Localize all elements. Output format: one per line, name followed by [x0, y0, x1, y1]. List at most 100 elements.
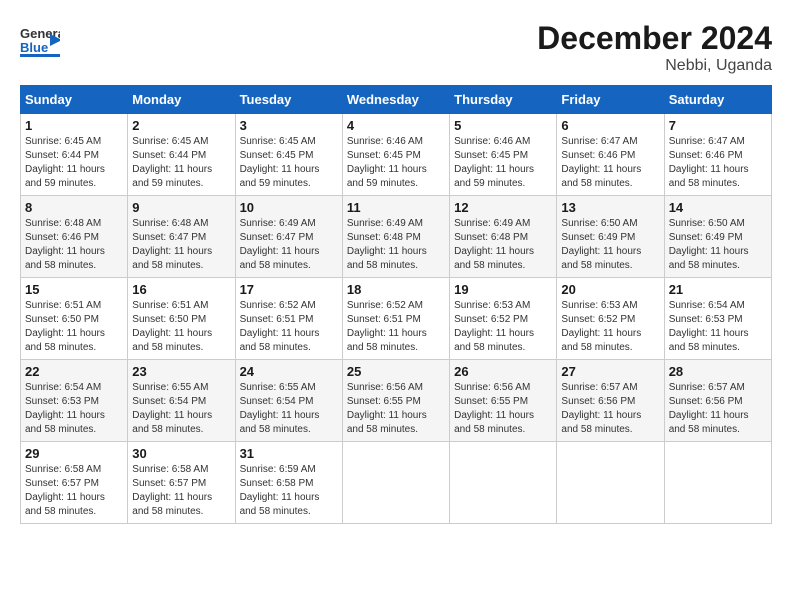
calendar-cell: 12 Sunrise: 6:49 AM Sunset: 6:48 PM Dayl… — [450, 196, 557, 278]
sunrise-label: Sunrise: 6:51 AM — [25, 300, 101, 311]
day-info: Sunrise: 6:45 AM Sunset: 6:45 PM Dayligh… — [240, 135, 338, 191]
sunset-label: Sunset: 6:56 PM — [669, 396, 743, 407]
day-number: 19 — [454, 282, 552, 297]
calendar-cell — [557, 442, 664, 524]
calendar-cell — [342, 442, 449, 524]
day-info: Sunrise: 6:48 AM Sunset: 6:46 PM Dayligh… — [25, 217, 123, 273]
day-info: Sunrise: 6:57 AM Sunset: 6:56 PM Dayligh… — [561, 381, 659, 437]
calendar-cell: 31 Sunrise: 6:59 AM Sunset: 6:58 PM Dayl… — [235, 442, 342, 524]
day-number: 11 — [347, 200, 445, 215]
calendar-cell: 18 Sunrise: 6:52 AM Sunset: 6:51 PM Dayl… — [342, 278, 449, 360]
daylight-label: Daylight: 11 hours and 58 minutes. — [25, 492, 105, 517]
calendar-cell: 25 Sunrise: 6:56 AM Sunset: 6:55 PM Dayl… — [342, 360, 449, 442]
sunset-label: Sunset: 6:54 PM — [240, 396, 314, 407]
day-number: 21 — [669, 282, 767, 297]
calendar-cell: 28 Sunrise: 6:57 AM Sunset: 6:56 PM Dayl… — [664, 360, 771, 442]
sunset-label: Sunset: 6:46 PM — [561, 150, 635, 161]
daylight-label: Daylight: 11 hours and 59 minutes. — [25, 164, 105, 189]
daylight-label: Daylight: 11 hours and 59 minutes. — [347, 164, 427, 189]
day-info: Sunrise: 6:58 AM Sunset: 6:57 PM Dayligh… — [25, 463, 123, 519]
daylight-label: Daylight: 11 hours and 58 minutes. — [240, 492, 320, 517]
sunset-label: Sunset: 6:46 PM — [25, 232, 99, 243]
day-info: Sunrise: 6:48 AM Sunset: 6:47 PM Dayligh… — [132, 217, 230, 273]
day-number: 22 — [25, 364, 123, 379]
calendar-cell: 22 Sunrise: 6:54 AM Sunset: 6:53 PM Dayl… — [21, 360, 128, 442]
daylight-label: Daylight: 11 hours and 58 minutes. — [669, 410, 749, 435]
day-number: 31 — [240, 446, 338, 461]
sunset-label: Sunset: 6:55 PM — [347, 396, 421, 407]
sunset-label: Sunset: 6:45 PM — [240, 150, 314, 161]
sunrise-label: Sunrise: 6:46 AM — [454, 136, 530, 147]
sunrise-label: Sunrise: 6:52 AM — [240, 300, 316, 311]
sunset-label: Sunset: 6:47 PM — [132, 232, 206, 243]
calendar-cell: 16 Sunrise: 6:51 AM Sunset: 6:50 PM Dayl… — [128, 278, 235, 360]
calendar-cell: 26 Sunrise: 6:56 AM Sunset: 6:55 PM Dayl… — [450, 360, 557, 442]
sunrise-label: Sunrise: 6:51 AM — [132, 300, 208, 311]
calendar-cell: 13 Sunrise: 6:50 AM Sunset: 6:49 PM Dayl… — [557, 196, 664, 278]
sunrise-label: Sunrise: 6:49 AM — [347, 218, 423, 229]
daylight-label: Daylight: 11 hours and 58 minutes. — [240, 410, 320, 435]
sunset-label: Sunset: 6:50 PM — [132, 314, 206, 325]
sunrise-label: Sunrise: 6:49 AM — [454, 218, 530, 229]
sunset-label: Sunset: 6:58 PM — [240, 478, 314, 489]
daylight-label: Daylight: 11 hours and 58 minutes. — [561, 164, 641, 189]
day-number: 3 — [240, 118, 338, 133]
daylight-label: Daylight: 11 hours and 58 minutes. — [25, 410, 105, 435]
sunrise-label: Sunrise: 6:55 AM — [240, 382, 316, 393]
day-number: 15 — [25, 282, 123, 297]
day-number: 18 — [347, 282, 445, 297]
sunset-label: Sunset: 6:49 PM — [561, 232, 635, 243]
calendar-cell: 2 Sunrise: 6:45 AM Sunset: 6:44 PM Dayli… — [128, 114, 235, 196]
day-info: Sunrise: 6:46 AM Sunset: 6:45 PM Dayligh… — [347, 135, 445, 191]
sunrise-label: Sunrise: 6:46 AM — [347, 136, 423, 147]
day-number: 24 — [240, 364, 338, 379]
day-info: Sunrise: 6:54 AM Sunset: 6:53 PM Dayligh… — [669, 299, 767, 355]
sunset-label: Sunset: 6:48 PM — [347, 232, 421, 243]
sunset-label: Sunset: 6:56 PM — [561, 396, 635, 407]
col-header-friday: Friday — [557, 86, 664, 114]
sunrise-label: Sunrise: 6:55 AM — [132, 382, 208, 393]
sunset-label: Sunset: 6:46 PM — [669, 150, 743, 161]
sunset-label: Sunset: 6:48 PM — [454, 232, 528, 243]
svg-text:Blue: Blue — [20, 40, 48, 55]
sunrise-label: Sunrise: 6:48 AM — [132, 218, 208, 229]
calendar-cell — [450, 442, 557, 524]
daylight-label: Daylight: 11 hours and 58 minutes. — [561, 246, 641, 271]
daylight-label: Daylight: 11 hours and 58 minutes. — [454, 246, 534, 271]
day-info: Sunrise: 6:54 AM Sunset: 6:53 PM Dayligh… — [25, 381, 123, 437]
sunrise-label: Sunrise: 6:50 AM — [561, 218, 637, 229]
sunrise-label: Sunrise: 6:54 AM — [669, 300, 745, 311]
day-info: Sunrise: 6:46 AM Sunset: 6:45 PM Dayligh… — [454, 135, 552, 191]
calendar-cell: 23 Sunrise: 6:55 AM Sunset: 6:54 PM Dayl… — [128, 360, 235, 442]
day-info: Sunrise: 6:53 AM Sunset: 6:52 PM Dayligh… — [561, 299, 659, 355]
day-number: 26 — [454, 364, 552, 379]
day-info: Sunrise: 6:50 AM Sunset: 6:49 PM Dayligh… — [669, 217, 767, 273]
day-info: Sunrise: 6:49 AM Sunset: 6:48 PM Dayligh… — [454, 217, 552, 273]
sunrise-label: Sunrise: 6:53 AM — [454, 300, 530, 311]
calendar-cell: 11 Sunrise: 6:49 AM Sunset: 6:48 PM Dayl… — [342, 196, 449, 278]
day-number: 13 — [561, 200, 659, 215]
day-number: 1 — [25, 118, 123, 133]
day-number: 12 — [454, 200, 552, 215]
day-info: Sunrise: 6:55 AM Sunset: 6:54 PM Dayligh… — [240, 381, 338, 437]
sunrise-label: Sunrise: 6:57 AM — [561, 382, 637, 393]
sunset-label: Sunset: 6:55 PM — [454, 396, 528, 407]
logo-icon: General Blue — [20, 20, 60, 60]
daylight-label: Daylight: 11 hours and 58 minutes. — [347, 246, 427, 271]
day-info: Sunrise: 6:47 AM Sunset: 6:46 PM Dayligh… — [561, 135, 659, 191]
calendar-cell: 15 Sunrise: 6:51 AM Sunset: 6:50 PM Dayl… — [21, 278, 128, 360]
calendar-cell: 27 Sunrise: 6:57 AM Sunset: 6:56 PM Dayl… — [557, 360, 664, 442]
day-number: 8 — [25, 200, 123, 215]
col-header-monday: Monday — [128, 86, 235, 114]
day-number: 28 — [669, 364, 767, 379]
sunset-label: Sunset: 6:57 PM — [25, 478, 99, 489]
title-block: December 2024 Nebbi, Uganda — [537, 20, 772, 75]
day-number: 9 — [132, 200, 230, 215]
calendar-cell: 14 Sunrise: 6:50 AM Sunset: 6:49 PM Dayl… — [664, 196, 771, 278]
day-info: Sunrise: 6:53 AM Sunset: 6:52 PM Dayligh… — [454, 299, 552, 355]
sunset-label: Sunset: 6:52 PM — [454, 314, 528, 325]
sunrise-label: Sunrise: 6:47 AM — [669, 136, 745, 147]
daylight-label: Daylight: 11 hours and 58 minutes. — [669, 246, 749, 271]
day-info: Sunrise: 6:49 AM Sunset: 6:47 PM Dayligh… — [240, 217, 338, 273]
calendar-cell: 3 Sunrise: 6:45 AM Sunset: 6:45 PM Dayli… — [235, 114, 342, 196]
